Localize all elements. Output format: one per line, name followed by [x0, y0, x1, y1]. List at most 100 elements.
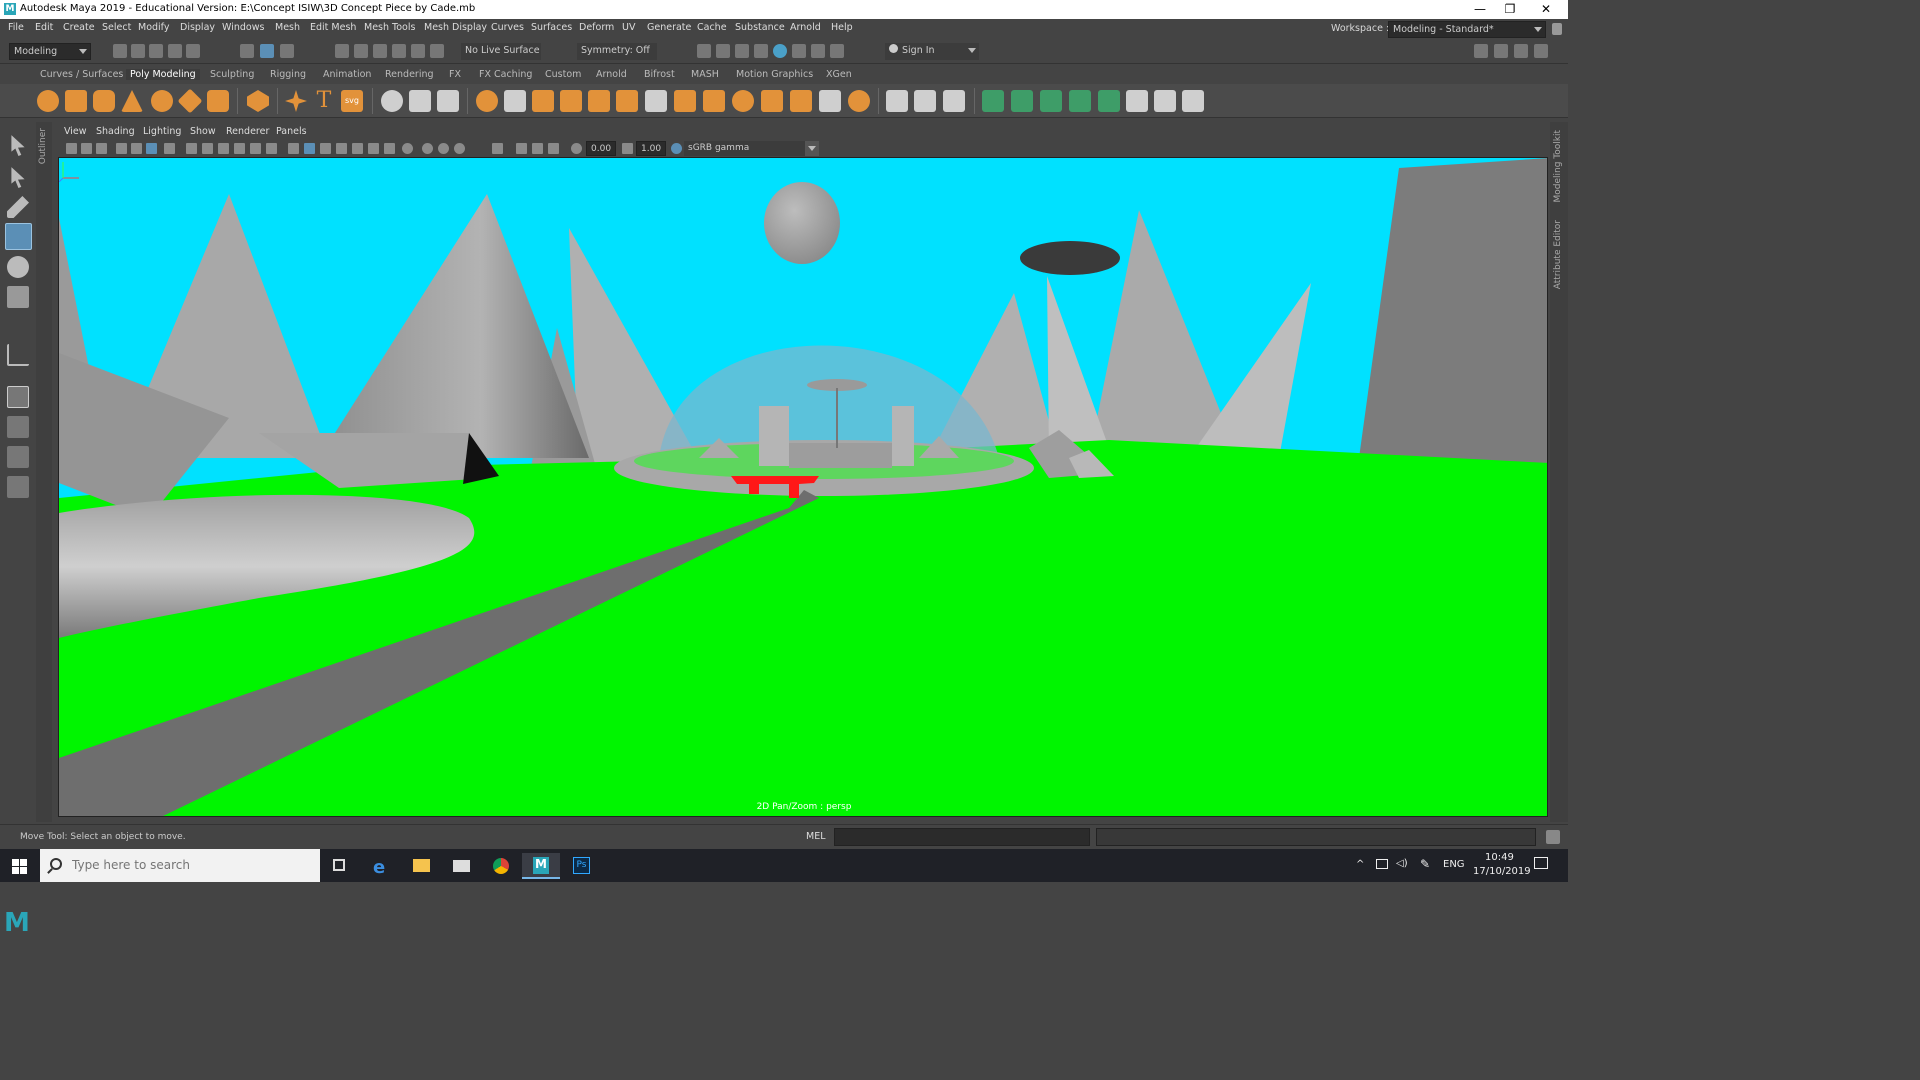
volume-icon[interactable]: ◁)	[1396, 858, 1408, 869]
redo-icon[interactable]	[186, 44, 200, 58]
depth-of-field-icon[interactable]	[438, 143, 449, 154]
outliner-layout-icon[interactable]	[7, 476, 29, 498]
append-polygon-icon[interactable]	[819, 90, 841, 112]
camera-attributes-icon[interactable]	[81, 143, 92, 154]
task-view-button[interactable]	[320, 853, 358, 879]
cylindrical-mapping-icon[interactable]	[1040, 90, 1062, 112]
rotate-tool-icon[interactable]	[7, 256, 29, 278]
select-by-hierarchy-icon[interactable]	[240, 44, 254, 58]
single-perspective-layout-icon[interactable]	[7, 386, 29, 408]
light-editor-icon[interactable]	[811, 44, 825, 58]
boolean-union-icon[interactable]	[560, 90, 582, 112]
modeling-toolkit-tab[interactable]: Modeling Toolkit	[1553, 130, 1563, 203]
open-scene-icon[interactable]	[131, 44, 145, 58]
menu-uv[interactable]: UV	[622, 22, 635, 33]
shelf-tab-rendering[interactable]: Rendering	[385, 69, 434, 80]
menu-select[interactable]: Select	[102, 22, 131, 33]
save-scene-icon[interactable]	[149, 44, 163, 58]
shelf-tab-rigging[interactable]: Rigging	[270, 69, 306, 80]
lasso-tool-icon[interactable]	[11, 167, 25, 188]
xray-active-components-icon[interactable]	[532, 143, 543, 154]
select-by-component-icon[interactable]	[280, 44, 294, 58]
view-transform-chevron[interactable]	[805, 141, 819, 156]
platonic-solid-icon[interactable]	[247, 90, 269, 112]
show-manipulator-icon[interactable]	[7, 344, 29, 366]
shelf-tab-mash[interactable]: MASH	[691, 69, 719, 80]
safe-action-icon[interactable]	[250, 143, 261, 154]
snap-live-icon[interactable]	[411, 44, 425, 58]
toggle-tool-settings-icon[interactable]	[1514, 44, 1528, 58]
shelf-tab-custom[interactable]: Custom	[545, 69, 581, 80]
target-weld-icon[interactable]	[914, 90, 936, 112]
resolution-gate-icon[interactable]	[202, 143, 213, 154]
shelf-tab-xgen[interactable]: XGen	[826, 69, 852, 80]
panel-menu-renderer[interactable]: Renderer	[226, 126, 269, 137]
command-language-toggle[interactable]: MEL	[806, 831, 826, 842]
poly-sphere-icon[interactable]	[37, 90, 59, 112]
view-transform-dropdown[interactable]: sGRB gamma	[684, 141, 818, 156]
menuset-dropdown[interactable]: Modeling	[9, 43, 91, 60]
image-plane-icon[interactable]	[116, 143, 127, 154]
menu-edit-mesh[interactable]: Edit Mesh	[310, 22, 356, 33]
super-shape-icon[interactable]	[285, 90, 307, 112]
live-surface-field[interactable]: No Live Surface	[461, 43, 541, 60]
poly-plane-icon[interactable]	[177, 88, 203, 114]
ipr-render-icon[interactable]	[735, 44, 749, 58]
transform-icon[interactable]	[381, 90, 403, 112]
undo-icon[interactable]	[168, 44, 182, 58]
planar-mapping-icon[interactable]	[1011, 90, 1033, 112]
language-indicator[interactable]: ENG	[1443, 859, 1465, 870]
remesh-icon[interactable]	[703, 90, 725, 112]
menu-display[interactable]: Display	[180, 22, 215, 33]
toggle-channel-box-icon[interactable]	[1534, 44, 1548, 58]
bevel-icon[interactable]	[848, 90, 870, 112]
pen-icon[interactable]: ✎	[1420, 857, 1430, 871]
menu-file[interactable]: File	[8, 22, 24, 33]
search-input[interactable]	[72, 857, 312, 873]
isolate-select-icon[interactable]	[454, 143, 465, 154]
select-by-object-icon[interactable]	[260, 44, 274, 58]
render-frame-icon[interactable]	[716, 44, 730, 58]
shelf-tab-fx[interactable]: FX	[449, 69, 461, 80]
taskbar-app-edge[interactable]: e	[362, 853, 400, 879]
smooth-shade-icon[interactable]	[304, 143, 315, 154]
poly-cube-icon[interactable]	[65, 90, 87, 112]
grid-icon[interactable]	[164, 143, 175, 154]
snap-grid-icon[interactable]	[335, 44, 349, 58]
shelf-tab-arnold[interactable]: Arnold	[596, 69, 627, 80]
automatic-mapping-icon[interactable]	[1069, 90, 1091, 112]
combine-icon[interactable]	[476, 90, 498, 112]
bridge-icon[interactable]	[790, 90, 812, 112]
gamma-field[interactable]: 1.00	[636, 141, 666, 156]
hypershade-icon[interactable]	[773, 44, 787, 58]
shelf-tab-bifrost[interactable]: Bifrost	[644, 69, 675, 80]
shadows-icon[interactable]	[368, 143, 379, 154]
multi-cut-icon[interactable]	[886, 90, 908, 112]
separate-icon[interactable]	[504, 90, 526, 112]
poly-cylinder-icon[interactable]	[93, 90, 115, 112]
svg-tool-icon[interactable]: svg	[341, 90, 363, 112]
move-tool-icon[interactable]	[5, 223, 32, 250]
menu-curves[interactable]: Curves	[491, 22, 524, 33]
exposure-icon[interactable]	[571, 143, 582, 154]
freeze-transform-icon[interactable]	[437, 90, 459, 112]
shelf-tab-motion-graphics[interactable]: Motion Graphics	[736, 69, 813, 80]
2d-pan-zoom-icon[interactable]	[131, 143, 142, 154]
menu-generate[interactable]: Generate	[647, 22, 691, 33]
smooth-icon[interactable]	[645, 90, 667, 112]
grease-pencil-icon[interactable]	[146, 143, 157, 154]
outliner-collapsed-tab[interactable]: Outliner	[36, 122, 52, 822]
network-icon[interactable]	[1376, 859, 1388, 869]
wireframe-icon[interactable]	[288, 143, 299, 154]
taskbar-app-photoshop[interactable]: Ps	[562, 853, 600, 879]
mirror-icon[interactable]	[616, 90, 638, 112]
field-chart-icon[interactable]	[234, 143, 245, 154]
menu-mesh-display[interactable]: Mesh Display	[424, 22, 487, 33]
paint-select-tool-icon[interactable]	[7, 196, 29, 218]
shelf-tab-poly-modeling[interactable]: Poly Modeling	[126, 69, 200, 80]
menu-help[interactable]: Help	[831, 22, 853, 33]
sew-uv-icon[interactable]	[1182, 90, 1204, 112]
exposure-field[interactable]: 0.00	[586, 141, 616, 156]
scale-tool-icon[interactable]	[7, 286, 29, 308]
taskbar-app-chrome[interactable]	[482, 853, 520, 879]
